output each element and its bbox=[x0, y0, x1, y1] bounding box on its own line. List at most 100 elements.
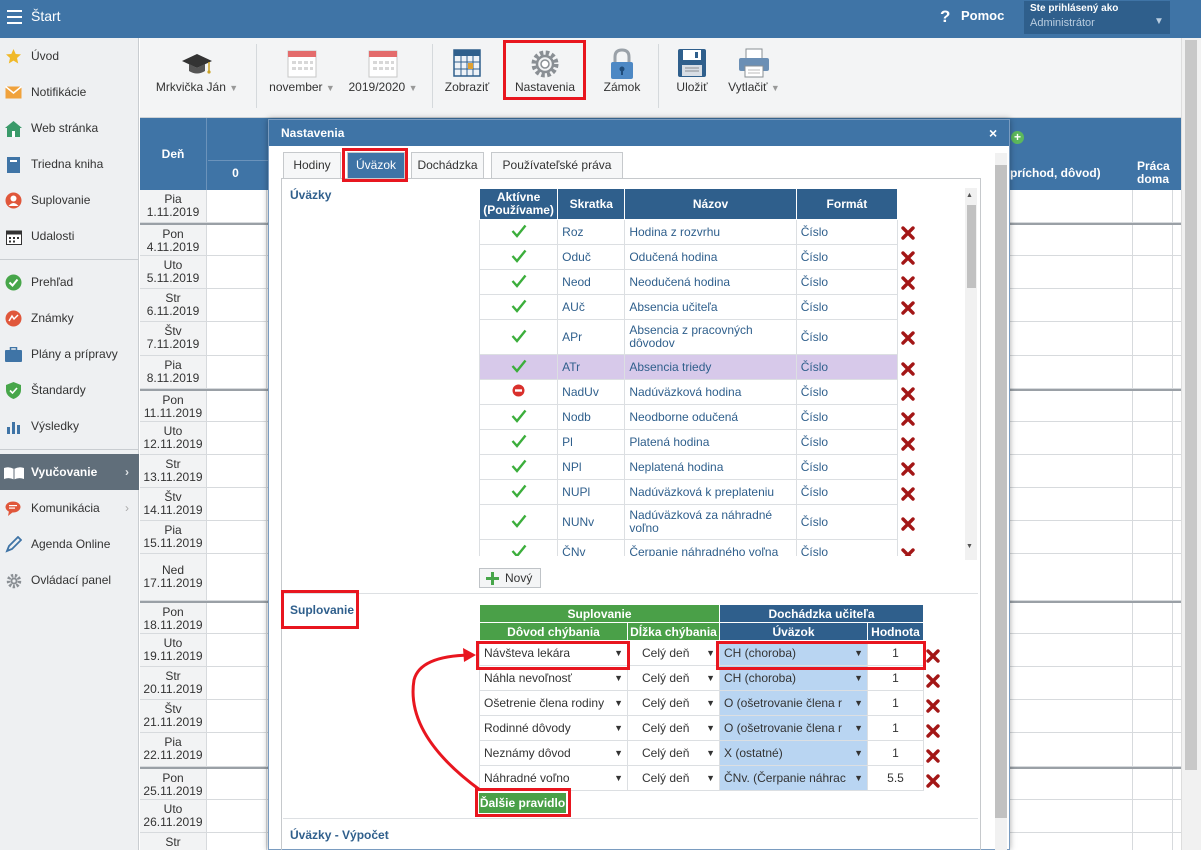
active-cell[interactable] bbox=[479, 504, 559, 540]
length-select[interactable]: Celý deň ▼ bbox=[627, 690, 720, 716]
new-uvazok-button[interactable]: Nový bbox=[479, 568, 541, 588]
length-select[interactable]: Celý deň ▼ bbox=[627, 740, 720, 766]
active-cell[interactable] bbox=[479, 379, 559, 405]
name-cell[interactable]: Odučená hodina bbox=[624, 244, 797, 270]
active-cell[interactable] bbox=[479, 454, 559, 480]
calendar-cell[interactable] bbox=[207, 521, 267, 553]
delete-icon[interactable] bbox=[901, 486, 915, 501]
format-cell[interactable]: Číslo bbox=[795, 404, 899, 430]
delete-icon[interactable] bbox=[901, 275, 915, 290]
active-cell[interactable] bbox=[479, 269, 559, 295]
table-row[interactable]: NadUv Nadúväzková hodina Číslo bbox=[479, 379, 899, 405]
reason-select[interactable]: Rodinné dôvody ▼ bbox=[479, 715, 628, 741]
table-row[interactable]: NUNv Nadúväzková za náhradné voľno Číslo bbox=[479, 504, 899, 540]
calendar-cell[interactable] bbox=[1132, 800, 1133, 832]
active-cell[interactable] bbox=[479, 479, 559, 505]
format-cell[interactable]: Číslo bbox=[795, 294, 899, 320]
calendar-cell[interactable] bbox=[207, 700, 267, 732]
table-row[interactable]: ATr Absencia triedy Číslo bbox=[479, 354, 899, 380]
calendar-cell[interactable] bbox=[1172, 289, 1173, 321]
uvazok-select[interactable]: O (ošetrovanie člena r ▼ bbox=[719, 690, 868, 716]
dialog-header[interactable]: Nastavenia × bbox=[269, 120, 1009, 146]
name-cell[interactable]: Nadúväzková za náhradné voľno bbox=[624, 504, 797, 540]
value-input[interactable]: 1 bbox=[867, 690, 924, 716]
delete-icon[interactable] bbox=[901, 386, 915, 401]
calendar-cell[interactable] bbox=[207, 289, 267, 321]
help-icon[interactable]: ? bbox=[940, 7, 950, 27]
sidebar-item-plany-a-pripravy[interactable]: Plány a prípravy bbox=[0, 336, 139, 372]
delete-icon[interactable] bbox=[901, 300, 915, 315]
print-button[interactable]: Vytlačiť ▼ bbox=[724, 38, 784, 118]
delete-icon[interactable] bbox=[901, 517, 915, 531]
sidebar-item-suplovanie[interactable]: Suplovanie bbox=[0, 182, 139, 218]
check-icon[interactable] bbox=[511, 329, 527, 346]
check-icon[interactable] bbox=[511, 484, 527, 501]
sidebar-item-web-stranka[interactable]: Web stránka bbox=[0, 110, 139, 146]
calendar-cell[interactable] bbox=[207, 322, 267, 355]
table-row[interactable]: Nodb Neodborne odučená Číslo bbox=[479, 404, 899, 430]
table-row[interactable]: NUPl Nadúväzková k preplateniu Číslo bbox=[479, 479, 899, 505]
no-entry-icon[interactable] bbox=[512, 384, 525, 400]
sidebar-item-notifikacie[interactable]: Notifikácie bbox=[0, 74, 139, 110]
calendar-cell[interactable] bbox=[1172, 455, 1173, 487]
sidebar-item-uvod[interactable]: Úvod bbox=[0, 38, 139, 74]
format-cell[interactable]: Číslo bbox=[795, 454, 899, 480]
calendar-cell[interactable] bbox=[1172, 634, 1173, 666]
calendar-cell[interactable] bbox=[1132, 603, 1133, 633]
format-cell[interactable]: Číslo bbox=[795, 219, 899, 245]
calendar-cell[interactable] bbox=[1132, 322, 1133, 355]
delete-icon[interactable] bbox=[926, 724, 940, 738]
sidebar-item-vyucovanie[interactable]: Vyučovanie › bbox=[0, 454, 139, 490]
calendar-cell[interactable] bbox=[1172, 521, 1173, 553]
code-cell[interactable]: ČNv bbox=[557, 539, 626, 556]
calendar-cell[interactable] bbox=[207, 256, 267, 288]
calendar-cell[interactable] bbox=[1172, 800, 1173, 832]
calendar-cell[interactable] bbox=[1132, 225, 1133, 255]
active-cell[interactable] bbox=[479, 319, 559, 355]
format-cell[interactable]: Číslo bbox=[795, 504, 899, 540]
calendar-cell[interactable] bbox=[1132, 700, 1133, 732]
check-icon[interactable] bbox=[511, 434, 527, 451]
name-cell[interactable]: Nadúväzková k preplateniu bbox=[624, 479, 797, 505]
name-cell[interactable]: Neodučená hodina bbox=[624, 269, 797, 295]
calendar-cell[interactable] bbox=[1132, 356, 1133, 388]
delete-icon[interactable] bbox=[926, 774, 940, 788]
calendar-cell[interactable] bbox=[1172, 667, 1173, 699]
sidebar-item-udalosti[interactable]: Udalosti bbox=[0, 218, 139, 254]
sidebar-item-znamky[interactable]: Známky bbox=[0, 300, 139, 336]
month-select[interactable]: november ▼ bbox=[266, 38, 338, 118]
code-cell[interactable]: NPl bbox=[557, 454, 626, 480]
delete-icon[interactable] bbox=[901, 361, 915, 376]
delete-icon[interactable] bbox=[901, 411, 915, 426]
calendar-cell[interactable] bbox=[207, 190, 267, 222]
delete-icon[interactable] bbox=[901, 250, 915, 265]
reason-select[interactable]: Neznámy dôvod ▼ bbox=[479, 740, 628, 766]
format-cell[interactable]: Číslo bbox=[795, 479, 899, 505]
sidebar-item-vysledky[interactable]: Výsledky bbox=[0, 408, 139, 444]
scroll-up-icon[interactable]: ▲ bbox=[966, 192, 973, 199]
calendar-cell[interactable] bbox=[207, 356, 267, 388]
table-row[interactable]: Pl Platená hodina Číslo bbox=[479, 429, 899, 455]
delete-icon[interactable] bbox=[901, 436, 915, 451]
hamburger-menu-icon[interactable] bbox=[7, 10, 22, 24]
code-cell[interactable]: NadUv bbox=[557, 379, 626, 405]
uvazky-scrollbar-thumb[interactable] bbox=[967, 205, 976, 288]
name-cell[interactable]: Neodborne odučená bbox=[624, 404, 797, 430]
calendar-cell[interactable] bbox=[1132, 256, 1133, 288]
table-row[interactable]: Roz Hodina z rozvrhu Číslo bbox=[479, 219, 899, 245]
delete-icon[interactable] bbox=[901, 225, 915, 240]
calendar-cell[interactable] bbox=[1172, 733, 1173, 766]
calendar-cell[interactable] bbox=[207, 634, 267, 666]
code-cell[interactable]: Neod bbox=[557, 269, 626, 295]
code-cell[interactable]: APr bbox=[557, 319, 626, 355]
calendar-cell[interactable] bbox=[1132, 667, 1133, 699]
length-select[interactable]: Celý deň ▼ bbox=[627, 765, 720, 791]
calendar-cell[interactable] bbox=[1172, 322, 1173, 355]
active-cell[interactable] bbox=[479, 404, 559, 430]
format-cell[interactable]: Číslo bbox=[795, 319, 899, 355]
calendar-cell[interactable] bbox=[207, 769, 267, 799]
calendar-cell[interactable] bbox=[207, 603, 267, 633]
check-icon[interactable] bbox=[511, 514, 527, 531]
value-input[interactable]: 5.5 bbox=[867, 765, 924, 791]
calendar-cell[interactable] bbox=[1132, 391, 1133, 421]
